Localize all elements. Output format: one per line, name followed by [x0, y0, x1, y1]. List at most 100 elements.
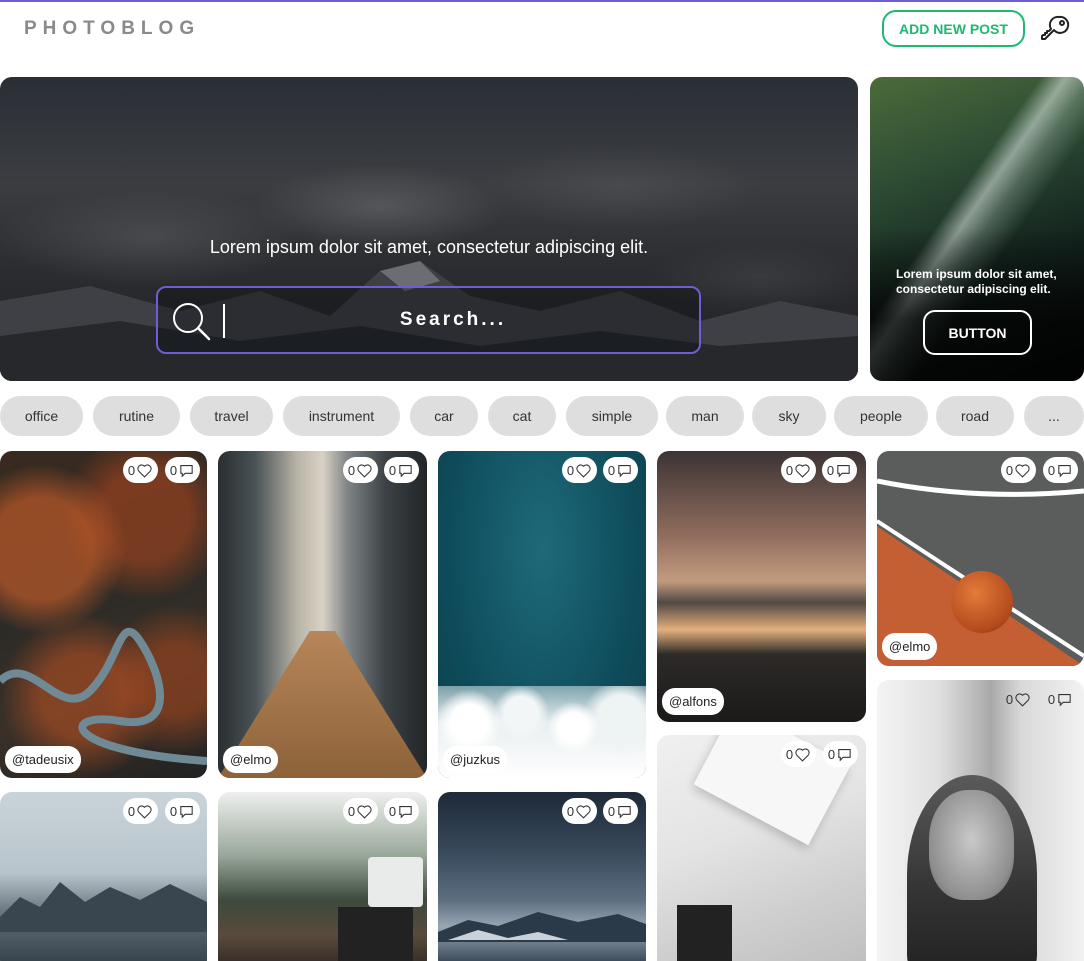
comment-icon — [180, 464, 193, 477]
hero-tagline: Lorem ipsum dolor sit amet, consectetur … — [209, 237, 649, 257]
post-card[interactable]: 0 0 @elmo — [218, 451, 427, 778]
laptop-graphic — [338, 907, 413, 961]
comment-count: 0 — [607, 462, 616, 478]
search-box[interactable] — [156, 286, 701, 354]
comment-count: 0 — [169, 462, 178, 478]
like-counter[interactable]: 0 — [343, 798, 378, 824]
post-username[interactable]: @elmo — [223, 746, 279, 773]
heart-icon — [576, 463, 591, 478]
comment-icon — [838, 748, 851, 761]
tag-car[interactable]: car — [410, 396, 478, 436]
tag-more[interactable]: ... — [1024, 396, 1084, 436]
tag-travel[interactable]: travel — [190, 396, 273, 436]
comment-icon — [1058, 693, 1071, 706]
comment-count: 0 — [827, 746, 836, 762]
book-graphic — [677, 905, 732, 961]
comment-counter[interactable]: 0 — [1043, 686, 1078, 712]
tag-people[interactable]: people — [834, 396, 928, 436]
comment-count: 0 — [169, 803, 178, 819]
comment-counter[interactable]: 0 — [384, 457, 419, 483]
like-counter[interactable]: 0 — [123, 457, 158, 483]
tag-road[interactable]: road — [936, 396, 1014, 436]
hero-banner: Lorem ipsum dolor sit amet, consectetur … — [0, 77, 858, 381]
comment-count: 0 — [388, 803, 397, 819]
tag-man[interactable]: man — [666, 396, 744, 436]
like-count: 0 — [785, 746, 794, 762]
search-icon[interactable] — [171, 301, 213, 343]
comment-count: 0 — [607, 803, 616, 819]
portrait-face — [929, 790, 1014, 900]
comment-count: 0 — [1047, 691, 1056, 707]
heart-icon — [137, 463, 152, 478]
like-count: 0 — [566, 803, 575, 819]
comment-counter[interactable]: 0 — [165, 798, 200, 824]
comment-icon — [399, 805, 412, 818]
heart-icon — [795, 463, 810, 478]
like-count: 0 — [127, 462, 136, 478]
post-username[interactable]: @tadeusix — [5, 746, 81, 773]
comment-count: 0 — [826, 462, 835, 478]
like-counter[interactable]: 0 — [1001, 457, 1036, 483]
search-caret — [223, 304, 225, 338]
promo-button[interactable]: BUTTON — [923, 310, 1032, 355]
search-input[interactable] — [233, 300, 673, 340]
post-username[interactable]: @alfons — [662, 688, 724, 715]
key-icon[interactable] — [1040, 13, 1072, 45]
like-counter[interactable]: 0 — [562, 457, 597, 483]
post-card[interactable]: 0 0 — [657, 735, 866, 961]
post-username[interactable]: @elmo — [882, 633, 938, 660]
comment-counter[interactable]: 0 — [384, 798, 419, 824]
tag-rutine[interactable]: rutine — [93, 396, 180, 436]
comment-counter[interactable]: 0 — [603, 457, 638, 483]
post-card[interactable]: 0 0 — [877, 680, 1084, 961]
comment-icon — [180, 805, 193, 818]
like-count: 0 — [127, 803, 136, 819]
like-count: 0 — [347, 462, 356, 478]
like-counter[interactable]: 0 — [1001, 686, 1036, 712]
post-card[interactable]: 0 0 @alfons — [657, 451, 866, 722]
comment-icon — [618, 464, 631, 477]
post-username[interactable]: @juzkus — [443, 746, 508, 773]
heart-icon — [357, 804, 372, 819]
header: PHOTOBLOG ADD NEW POST — [0, 2, 1084, 62]
like-counter[interactable]: 0 — [781, 457, 816, 483]
post-card[interactable]: 0 0 @elmo — [877, 451, 1084, 666]
like-count: 0 — [347, 803, 356, 819]
basketball — [951, 571, 1013, 633]
tag-sky[interactable]: sky — [752, 396, 826, 436]
post-card[interactable]: 0 0 — [438, 792, 646, 961]
tag-cat[interactable]: cat — [488, 396, 556, 436]
add-new-post-button[interactable]: ADD NEW POST — [882, 10, 1025, 47]
comment-counter[interactable]: 0 — [823, 741, 858, 767]
post-card[interactable]: 0 0 — [0, 792, 207, 961]
comment-counter[interactable]: 0 — [1043, 457, 1078, 483]
like-count: 0 — [566, 462, 575, 478]
post-card[interactable]: 0 0 @tadeusix — [0, 451, 207, 778]
comment-count: 0 — [388, 462, 397, 478]
heart-icon — [1015, 692, 1030, 707]
like-count: 0 — [785, 462, 794, 478]
comment-counter[interactable]: 0 — [603, 798, 638, 824]
heart-icon — [1015, 463, 1030, 478]
like-count: 0 — [1005, 691, 1014, 707]
like-counter[interactable]: 0 — [123, 798, 158, 824]
comment-icon — [399, 464, 412, 477]
heart-icon — [357, 463, 372, 478]
like-counter[interactable]: 0 — [343, 457, 378, 483]
logo[interactable]: PHOTOBLOG — [24, 18, 200, 40]
post-card[interactable]: 0 0 — [218, 792, 427, 961]
promo-card: Lorem ipsum dolor sit amet, consectetur … — [870, 77, 1084, 381]
comment-icon — [837, 464, 850, 477]
post-card[interactable]: 0 0 @juzkus — [438, 451, 646, 778]
like-counter[interactable]: 0 — [781, 741, 816, 767]
comment-counter[interactable]: 0 — [822, 457, 857, 483]
road-graphic — [0, 627, 207, 765]
comment-icon — [618, 805, 631, 818]
heart-icon — [137, 804, 152, 819]
tag-instrument[interactable]: instrument — [283, 396, 400, 436]
comment-counter[interactable]: 0 — [165, 457, 200, 483]
tag-simple[interactable]: simple — [566, 396, 658, 436]
like-counter[interactable]: 0 — [562, 798, 597, 824]
tag-office[interactable]: office — [0, 396, 83, 436]
comment-icon — [1058, 464, 1071, 477]
